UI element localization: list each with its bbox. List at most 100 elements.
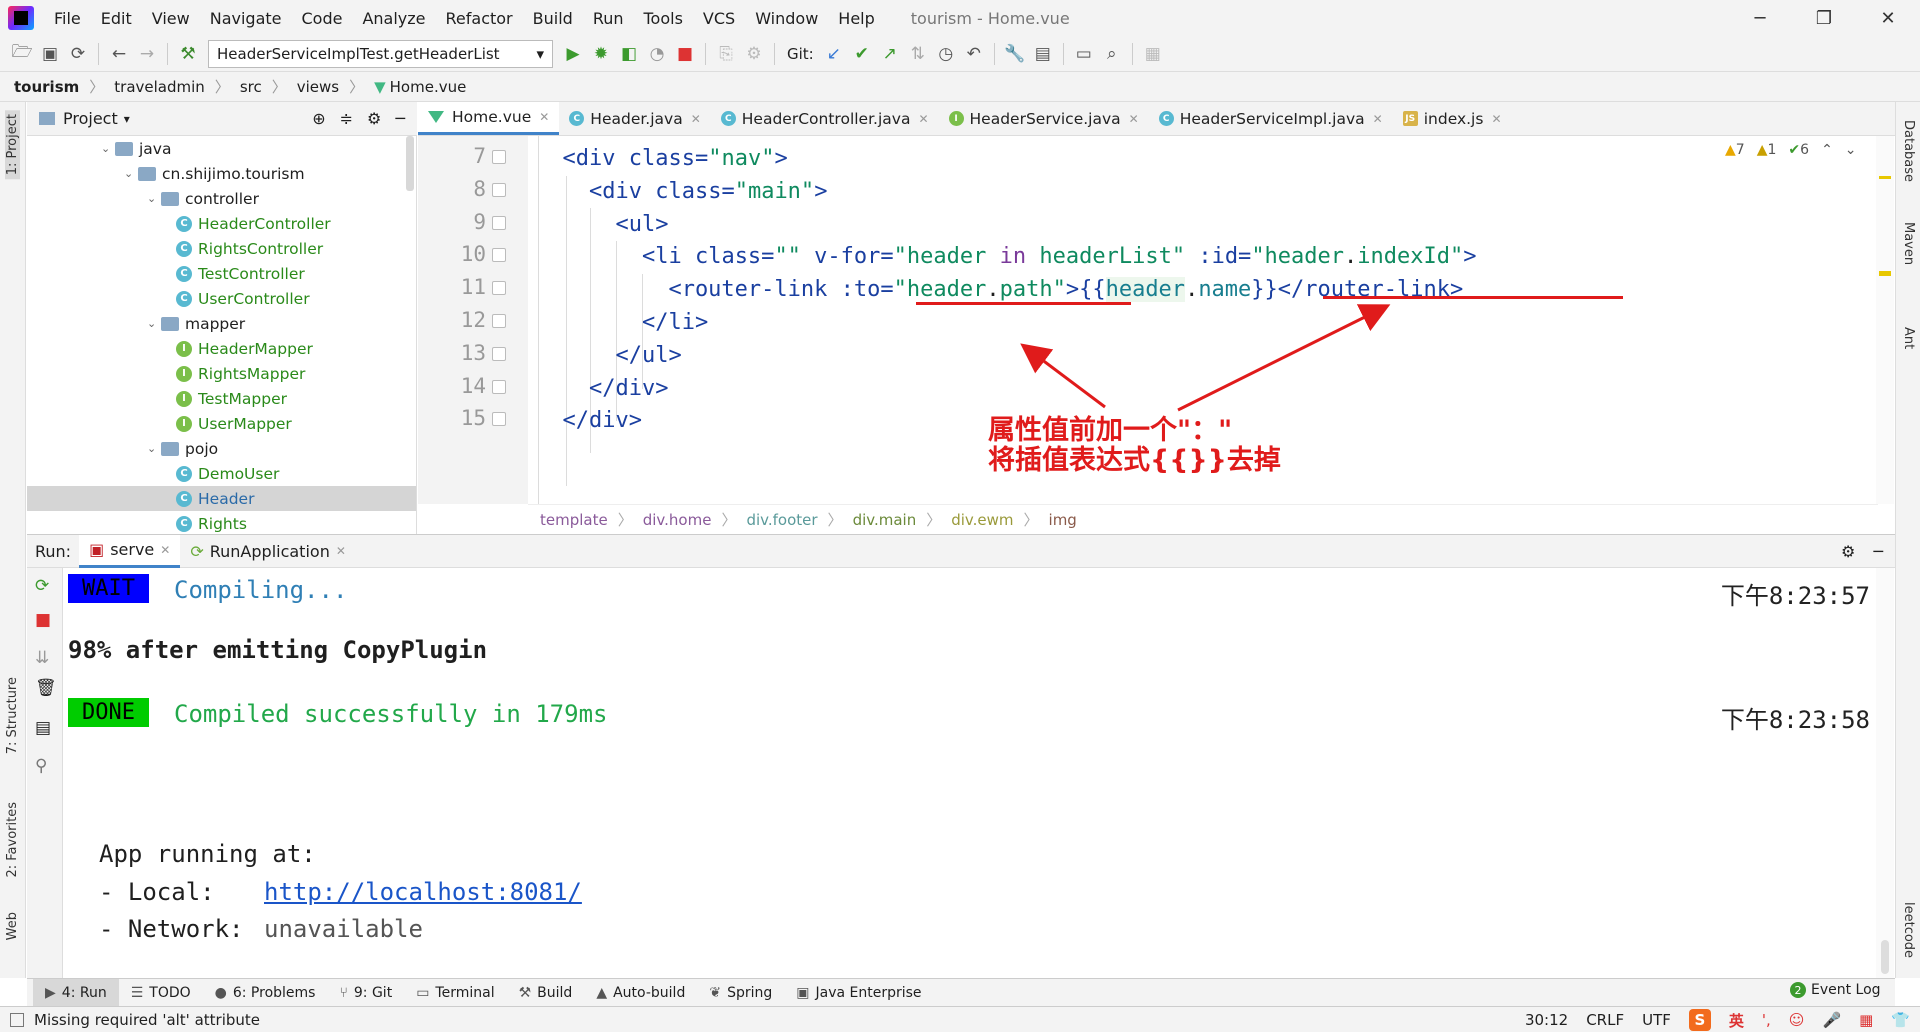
close-tab-icon[interactable]: ✕ bbox=[691, 112, 701, 126]
editor-tab[interactable]: C Header.java ✕ bbox=[559, 102, 710, 135]
chevron-down-icon[interactable]: ⌄ bbox=[1845, 142, 1857, 158]
breadcrumb-views[interactable]: views bbox=[297, 78, 339, 96]
stop-icon[interactable]: ■ bbox=[35, 610, 51, 630]
rerun-icon[interactable]: ⟳ bbox=[35, 576, 49, 596]
gear-icon[interactable]: ⚙ bbox=[367, 109, 381, 128]
hide-icon[interactable]: ─ bbox=[395, 109, 405, 128]
gear-icon[interactable]: ⚙ bbox=[1841, 542, 1855, 561]
stripe-tab-favorites[interactable]: 2: Favorites bbox=[5, 802, 20, 878]
tree-node[interactable]: ⌄ mapper bbox=[27, 311, 416, 336]
tool-tab[interactable]: ⚒ Build bbox=[507, 979, 585, 1007]
tree-node[interactable]: C TestController bbox=[27, 261, 416, 286]
tree-node[interactable]: C RightsController bbox=[27, 236, 416, 261]
stripe-tab-leetcode[interactable]: leetcode bbox=[1901, 902, 1916, 958]
expand-arrow-icon[interactable]: ⌄ bbox=[124, 167, 138, 180]
menu-window[interactable]: Window bbox=[745, 9, 828, 28]
tree-scrollbar[interactable] bbox=[406, 136, 414, 191]
attach-icon[interactable]: ⎘ bbox=[712, 40, 740, 68]
tool-tab[interactable]: ▲ Auto-build bbox=[584, 979, 697, 1007]
tree-node[interactable]: I TestMapper bbox=[27, 386, 416, 411]
close-tab-icon[interactable]: ✕ bbox=[539, 110, 549, 124]
editor-tab[interactable]: JS index.js ✕ bbox=[1393, 102, 1512, 135]
minimize-icon[interactable]: ─ bbox=[1728, 0, 1792, 36]
emoji-icon[interactable]: ☺ bbox=[1789, 1011, 1805, 1029]
git-update-icon[interactable]: ↙ bbox=[820, 40, 848, 68]
keyboard-icon[interactable]: ▦ bbox=[1859, 1011, 1873, 1029]
stripe-tab-structure[interactable]: 7: Structure bbox=[5, 677, 20, 754]
history-icon[interactable]: ◷ bbox=[932, 40, 960, 68]
profile-icon[interactable]: ◔ bbox=[643, 40, 671, 68]
file-encoding[interactable]: UTF bbox=[1642, 1011, 1671, 1029]
fold-marker-icon[interactable] bbox=[492, 215, 506, 230]
crumb-div-footer[interactable]: div.footer bbox=[746, 511, 817, 529]
crumb-div-main[interactable]: div.main bbox=[853, 511, 917, 529]
fold-marker-icon[interactable] bbox=[492, 248, 506, 263]
run-icon[interactable]: ▶ bbox=[559, 40, 587, 68]
git-commit-icon[interactable]: ✔ bbox=[848, 40, 876, 68]
fold-marker-icon[interactable] bbox=[492, 150, 506, 164]
stripe-tab-maven[interactable]: Maven bbox=[1901, 222, 1916, 265]
tool-tab[interactable]: ▣ Java Enterprise bbox=[784, 979, 933, 1007]
layout-icon[interactable]: ▤ bbox=[35, 718, 51, 738]
menu-vcs[interactable]: VCS bbox=[693, 9, 745, 28]
expand-arrow-icon[interactable]: ⌄ bbox=[101, 142, 115, 155]
tree-node[interactable]: C Rights bbox=[27, 511, 416, 534]
menu-analyze[interactable]: Analyze bbox=[352, 9, 435, 28]
hide-icon[interactable]: ─ bbox=[1873, 542, 1883, 561]
project-structure-icon[interactable]: ▤ bbox=[1029, 40, 1057, 68]
punctuation-icon[interactable]: ', bbox=[1762, 1011, 1771, 1029]
editor-tab[interactable]: I HeaderService.java ✕ bbox=[939, 102, 1149, 135]
chevron-down-icon[interactable]: ▾ bbox=[124, 112, 130, 126]
crumb-img[interactable]: img bbox=[1049, 511, 1077, 529]
expand-arrow-icon[interactable]: ⌄ bbox=[147, 442, 161, 455]
tree-node[interactable]: I HeaderMapper bbox=[27, 336, 416, 361]
menu-file[interactable]: File bbox=[44, 9, 91, 28]
crumb-div-ewm[interactable]: div.ewm bbox=[951, 511, 1013, 529]
stripe-tab-database[interactable]: Database bbox=[1901, 120, 1916, 182]
tool-tab[interactable]: ☰ TODO bbox=[119, 979, 203, 1007]
close-tab-icon[interactable]: ✕ bbox=[336, 544, 346, 558]
stripe-tab-project[interactable]: 1: Project bbox=[5, 110, 20, 180]
editor-tab[interactable]: C HeaderController.java ✕ bbox=[711, 102, 939, 135]
fold-marker-icon[interactable] bbox=[492, 182, 506, 197]
crumb-div-home[interactable]: div.home bbox=[643, 511, 712, 529]
stop-icon[interactable]: ■ bbox=[671, 40, 699, 68]
git-push-icon[interactable]: ↗ bbox=[876, 40, 904, 68]
inspection-widget[interactable]: ▲7 ▲1 ✔6 ⌃ ⌄ bbox=[1725, 142, 1857, 158]
rollback-icon[interactable]: ↶ bbox=[960, 40, 988, 68]
crumb-template[interactable]: template bbox=[540, 511, 608, 529]
expand-arrow-icon[interactable]: ⌄ bbox=[147, 192, 161, 205]
menu-edit[interactable]: Edit bbox=[91, 9, 142, 28]
line-separator[interactable]: CRLF bbox=[1586, 1011, 1624, 1029]
ime-mode[interactable]: 英 bbox=[1729, 1010, 1744, 1031]
git-fetch-icon[interactable]: ⇅ bbox=[904, 40, 932, 68]
status-message[interactable]: Missing required 'alt' attribute bbox=[34, 1011, 260, 1029]
skin-icon[interactable]: 👕 bbox=[1891, 1011, 1910, 1029]
tool-tab[interactable]: ❦ Spring bbox=[697, 979, 784, 1007]
tree-node[interactable]: ⌄ java bbox=[27, 136, 416, 161]
tree-node[interactable]: I UserMapper bbox=[27, 411, 416, 436]
breadcrumb-traveladmin[interactable]: traveladmin bbox=[114, 78, 205, 96]
tool-tab[interactable]: ● 6: Problems bbox=[203, 979, 328, 1007]
fold-marker-icon[interactable] bbox=[492, 281, 506, 296]
fold-marker-icon[interactable] bbox=[492, 379, 506, 394]
expand-arrow-icon[interactable]: ⌄ bbox=[147, 317, 161, 330]
run-configuration-select[interactable]: HeaderServiceImplTest.getHeaderList ▾ bbox=[208, 39, 553, 68]
editor-scrollbar[interactable] bbox=[1876, 136, 1894, 504]
search-icon[interactable]: ⌕ bbox=[1098, 40, 1126, 68]
fold-marker-icon[interactable] bbox=[492, 346, 506, 361]
fold-marker-icon[interactable] bbox=[492, 314, 506, 328]
tree-node[interactable]: C UserController bbox=[27, 286, 416, 311]
menu-build[interactable]: Build bbox=[523, 9, 583, 28]
breadcrumb-src[interactable]: src bbox=[240, 78, 262, 96]
menu-code[interactable]: Code bbox=[292, 9, 353, 28]
editor-tab[interactable]: C HeaderServiceImpl.java ✕ bbox=[1149, 102, 1393, 135]
run-console[interactable]: WAIT Compiling... 下午8:23:57 98% after em… bbox=[64, 568, 1876, 978]
warning-count[interactable]: ▲7 bbox=[1725, 142, 1745, 158]
close-tab-icon[interactable]: ✕ bbox=[160, 543, 170, 557]
save-icon[interactable]: ▣ bbox=[36, 40, 64, 68]
forward-icon[interactable]: → bbox=[133, 40, 161, 68]
layout-icon[interactable]: ▦ bbox=[1139, 40, 1167, 68]
presentation-icon[interactable]: ▭ bbox=[1070, 40, 1098, 68]
tree-node[interactable]: C HeaderController bbox=[27, 211, 416, 236]
